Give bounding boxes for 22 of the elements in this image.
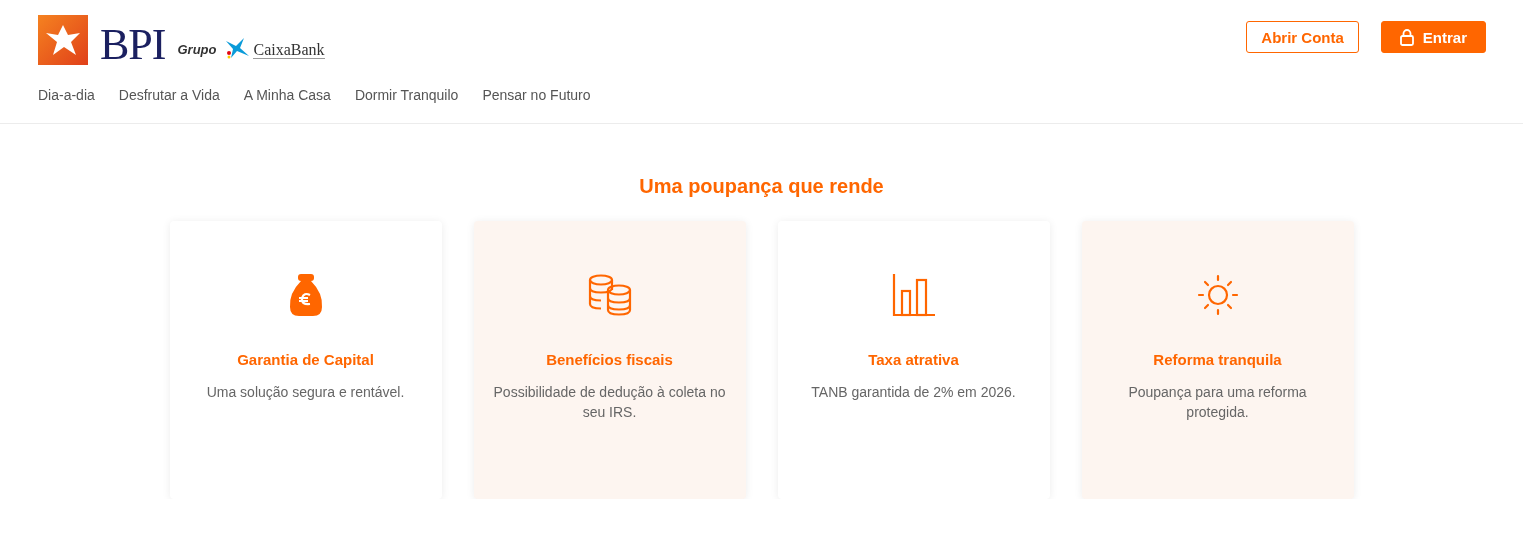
nav-link[interactable]: Pensar no Futuro	[482, 87, 591, 103]
card-text: Poupança para uma reforma protegida.	[1127, 383, 1308, 422]
card-title: Garantia de Capital	[237, 351, 374, 368]
nav-link[interactable]: A Minha Casa	[243, 87, 331, 103]
coins-icon	[587, 274, 632, 316]
group-label: Grupo	[177, 42, 217, 57]
nav-link[interactable]: Dormir Tranquilo	[354, 87, 459, 103]
card-text: Uma solução segura e rentável.	[206, 383, 405, 402]
card-text: TANB garantida de 2% em 2026.	[811, 383, 1016, 402]
card-title: Benefícios fiscais	[546, 351, 673, 368]
section-title: Uma poupança que rende	[638, 174, 885, 199]
brand-name: BPI	[100, 25, 166, 65]
nav-link[interactable]: Dia-a-dia	[38, 87, 95, 103]
money-bag-icon	[288, 273, 323, 317]
card-text: Possibilidade de dedução à coleta no seu IRS.	[493, 383, 726, 422]
card-title: Reforma tranquila	[1153, 351, 1282, 368]
bar-chart-icon	[891, 273, 936, 317]
card-title: Taxa atrativa	[868, 351, 959, 368]
sun-icon	[1196, 274, 1239, 316]
nav-link[interactable]: Desfrutar a Vida	[118, 87, 220, 103]
partner-name: CaixaBank	[253, 41, 325, 59]
lock-icon	[1399, 28, 1414, 46]
